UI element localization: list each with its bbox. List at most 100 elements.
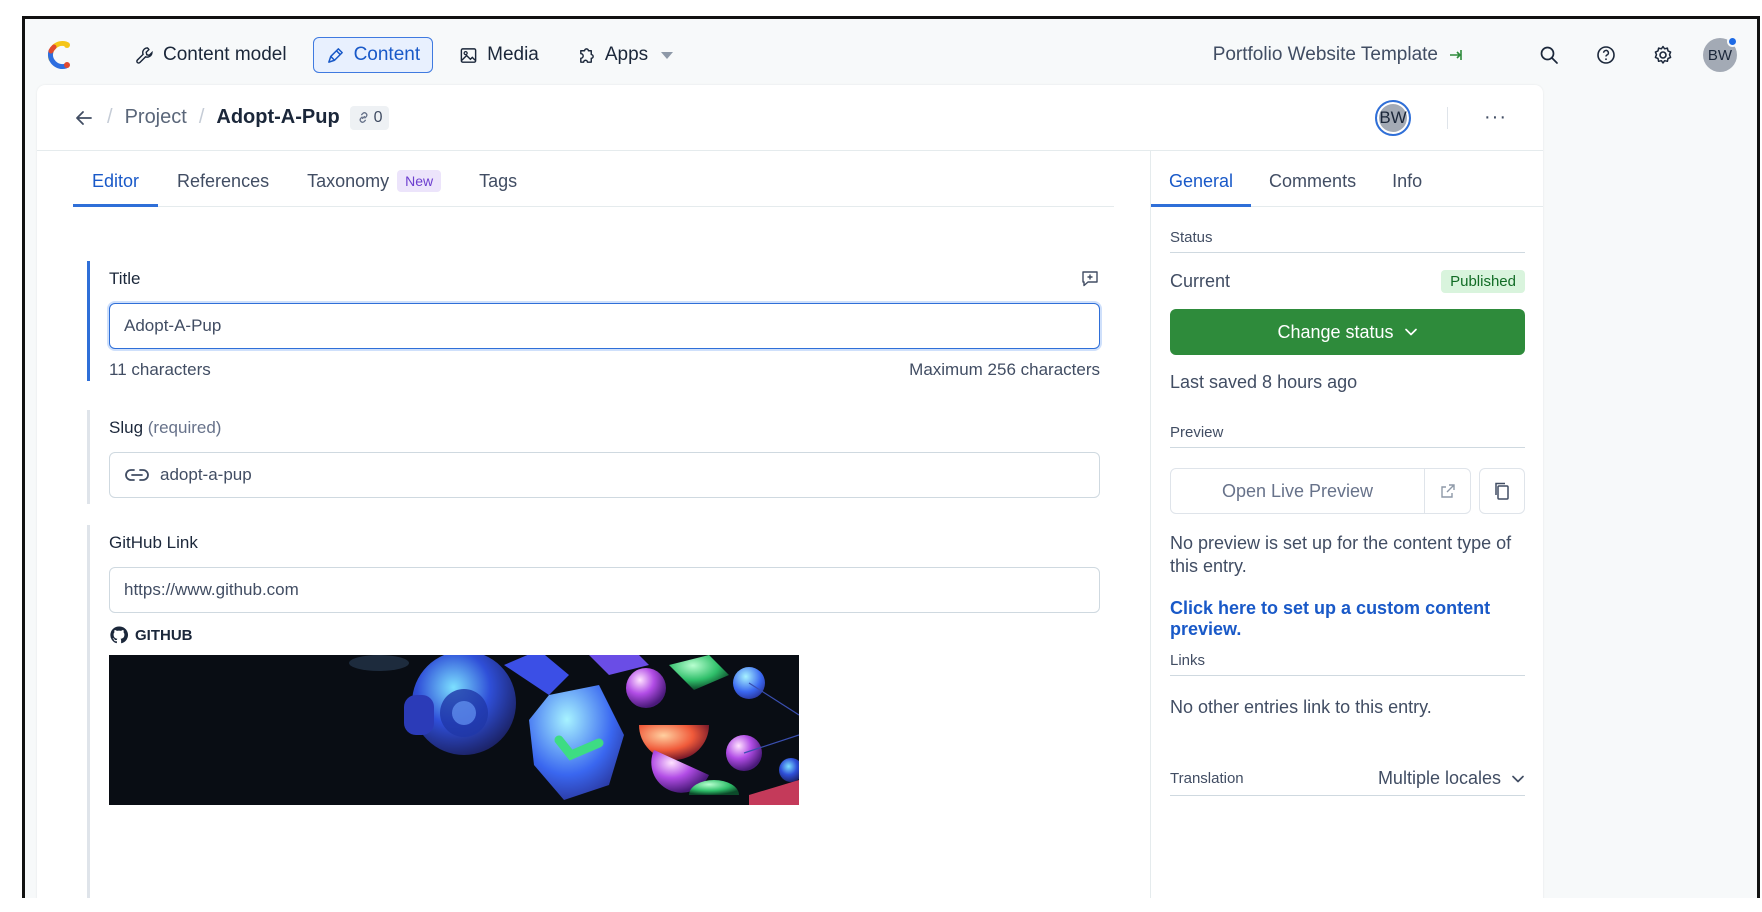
title-field: Title Adopt-A-Pup 11 characters Maximum … [87, 261, 1100, 381]
copy-icon [1495, 482, 1509, 500]
help-button[interactable] [1592, 41, 1620, 69]
nav-label: Media [487, 44, 539, 65]
entry-sidebar: General Comments Info Status Current Pub… [1151, 151, 1543, 898]
back-button[interactable] [73, 107, 95, 129]
editor-tabs: Editor References Taxonomy New Tags [73, 151, 1114, 207]
add-comment-icon[interactable] [1080, 269, 1100, 289]
tab-references[interactable]: References [158, 151, 288, 207]
entry-title: Adopt-A-Pup [216, 106, 340, 128]
chevron-down-icon [1512, 775, 1524, 782]
references-badge[interactable]: 0 [349, 105, 389, 130]
space-switcher[interactable]: Portfolio Website Template [1213, 44, 1464, 66]
button-label: Change status [1277, 321, 1394, 342]
search-button[interactable] [1535, 41, 1563, 69]
preview-note: No preview is set up for the content typ… [1170, 533, 1512, 576]
link-icon [125, 469, 149, 481]
tab-label: Taxonomy [307, 171, 390, 191]
nav-content-model[interactable]: Content model [123, 37, 299, 73]
slug-label: Slug [109, 418, 144, 437]
character-count: 11 characters [109, 360, 211, 379]
title-input[interactable]: Adopt-A-Pup [109, 303, 1100, 349]
links-section-title: Links [1170, 652, 1525, 676]
github-preview-image[interactable] [109, 655, 799, 805]
tab-general[interactable]: General [1151, 151, 1252, 207]
image-icon [460, 47, 477, 63]
breadcrumb-separator: / [107, 106, 113, 128]
puzzle-icon [579, 47, 594, 63]
tab-label: General [1169, 171, 1234, 191]
external-link-icon [1440, 484, 1455, 498]
sidebar-tabs: General Comments Info [1151, 151, 1543, 207]
wrench-icon [136, 46, 153, 64]
title-value: Adopt-A-Pup [124, 316, 222, 335]
nav-apps[interactable]: Apps [565, 37, 685, 73]
change-status-button[interactable]: Change status [1170, 309, 1525, 355]
chevron-down-icon [1404, 328, 1417, 336]
button-label: Open Live Preview [1221, 480, 1374, 501]
open-external-button[interactable] [1424, 469, 1470, 513]
more-actions-button[interactable]: ··· [1484, 106, 1507, 129]
top-navigation: Content model Content Media Apps Portfol… [25, 19, 1757, 91]
nav-media[interactable]: Media [447, 37, 551, 73]
tab-label: Editor [92, 171, 140, 191]
link-preview-source-label: GITHUB [135, 626, 193, 644]
tab-tags[interactable]: Tags [460, 151, 536, 207]
divider [1447, 106, 1449, 129]
translation-section-title: Translation [1170, 770, 1244, 787]
tab-editor[interactable]: Editor [73, 151, 159, 207]
notification-dot [1727, 36, 1738, 47]
link-preview-source: GITHUB [109, 625, 1100, 645]
pen-icon [327, 47, 343, 63]
search-icon [1540, 46, 1558, 64]
switch-arrow-icon [1450, 50, 1462, 60]
setup-preview-link[interactable]: Click here to set up a custom content pr… [1170, 598, 1533, 640]
status-current-label: Current [1170, 271, 1231, 291]
required-indicator: (required) [147, 418, 222, 437]
app-window: Content model Content Media Apps Portfol… [22, 16, 1760, 898]
avatar-initials: BW [1707, 46, 1733, 64]
status-section-title: Status [1170, 229, 1525, 253]
breadcrumb-content-type[interactable]: Project [125, 106, 187, 129]
tab-info[interactable]: Info [1374, 151, 1440, 207]
field-label: GitHub Link [109, 533, 198, 552]
nav-label: Content model [163, 44, 287, 65]
chevron-down-icon [661, 51, 674, 59]
breadcrumb-separator: / [198, 106, 205, 128]
collaborator-avatar[interactable]: BW [1375, 99, 1412, 136]
links-note: No other entries link to this entry. [1170, 697, 1432, 717]
slug-input[interactable]: adopt-a-pup [109, 452, 1100, 498]
tab-label: References [177, 171, 270, 191]
settings-button[interactable] [1649, 41, 1677, 69]
link-icon [359, 112, 368, 123]
entry-editor-card: / Project / Adopt-A-Pup 0 BW ··· Editor … [37, 85, 1543, 898]
github-icon [110, 626, 129, 644]
github-link-field: GitHub Link https://www.github.com GITHU… [87, 525, 1100, 898]
preview-section-title: Preview [1170, 424, 1525, 448]
tab-label: Tags [479, 171, 518, 191]
github-url-input[interactable]: https://www.github.com [109, 567, 1100, 613]
status-badge: Published [1441, 270, 1525, 293]
field-label: Title [109, 269, 141, 288]
tab-label: Info [1392, 171, 1423, 191]
open-live-preview-button[interactable]: Open Live Preview [1171, 469, 1424, 513]
tab-taxonomy[interactable]: Taxonomy New [288, 151, 460, 207]
editor-panel: Editor References Taxonomy New Tags Titl… [37, 151, 1151, 898]
references-count: 0 [373, 108, 383, 126]
tab-comments[interactable]: Comments [1251, 151, 1374, 207]
translation-locale-select[interactable]: Multiple locales [1378, 768, 1525, 789]
space-name: Portfolio Website Template [1212, 44, 1438, 65]
user-avatar[interactable]: BW [1703, 36, 1738, 72]
github-url-value: https://www.github.com [124, 580, 299, 599]
contentful-logo[interactable] [45, 38, 75, 72]
status-row: Current Published [1170, 270, 1525, 293]
nav-label: Content [353, 44, 421, 65]
gear-icon [1654, 45, 1672, 64]
breadcrumb: / Project / Adopt-A-Pup 0 BW ··· [37, 85, 1543, 151]
last-saved-text: Last saved 8 hours ago [1170, 372, 1358, 392]
slug-value: adopt-a-pup [160, 465, 252, 484]
nav-content[interactable]: Content [312, 37, 434, 73]
avatar-initials: BW [1379, 107, 1407, 127]
tab-label: Comments [1269, 171, 1357, 191]
copy-preview-button[interactable] [1479, 468, 1525, 514]
character-limit: Maximum 256 characters [909, 360, 1100, 379]
